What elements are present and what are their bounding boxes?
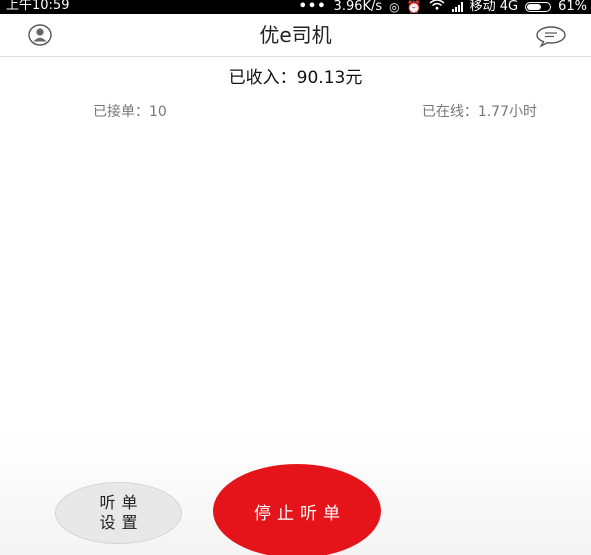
app-title: 优e司机	[259, 23, 332, 47]
app-header: 优e司机	[0, 14, 591, 57]
orders-count: 已接单：10	[93, 104, 167, 120]
driver-home-screen: 上午10:59 ••• 3.96K/s ◎ ⏰ 移动 4G 61% 优e司机 已…	[0, 0, 591, 555]
battery-icon	[525, 1, 552, 12]
message-icon[interactable]	[533, 24, 569, 48]
signal-icon	[451, 1, 463, 12]
online-duration: 已在线：1.77小时	[421, 104, 537, 120]
settings-label-line2: 设置	[99, 513, 144, 532]
status-time: 上午10:59	[6, 0, 70, 13]
order-settings-button[interactable]: 听单 设置	[55, 482, 182, 544]
stop-listening-label: 停止听单	[254, 503, 346, 524]
status-bar: 上午10:59 ••• 3.96K/s ◎ ⏰ 移动 4G 61%	[0, 0, 591, 14]
carrier-label: 移动 4G	[469, 0, 519, 14]
data-saver-icon: ◎	[389, 0, 400, 14]
notification-dots: •••	[298, 0, 327, 14]
network-speed: 3.96K/s	[333, 0, 383, 14]
wifi-icon	[429, 0, 445, 14]
alarm-icon: ⏰	[406, 0, 422, 14]
battery-percent: 61%	[558, 0, 587, 14]
battery-level	[527, 3, 541, 10]
status-icons: ••• 3.96K/s ◎ ⏰ 移动 4G 61%	[299, 0, 587, 14]
settings-label-line1: 听单	[99, 493, 144, 512]
income-total: 已收入：90.13元	[228, 68, 363, 88]
stop-listening-button[interactable]: 停止听单	[213, 464, 381, 555]
